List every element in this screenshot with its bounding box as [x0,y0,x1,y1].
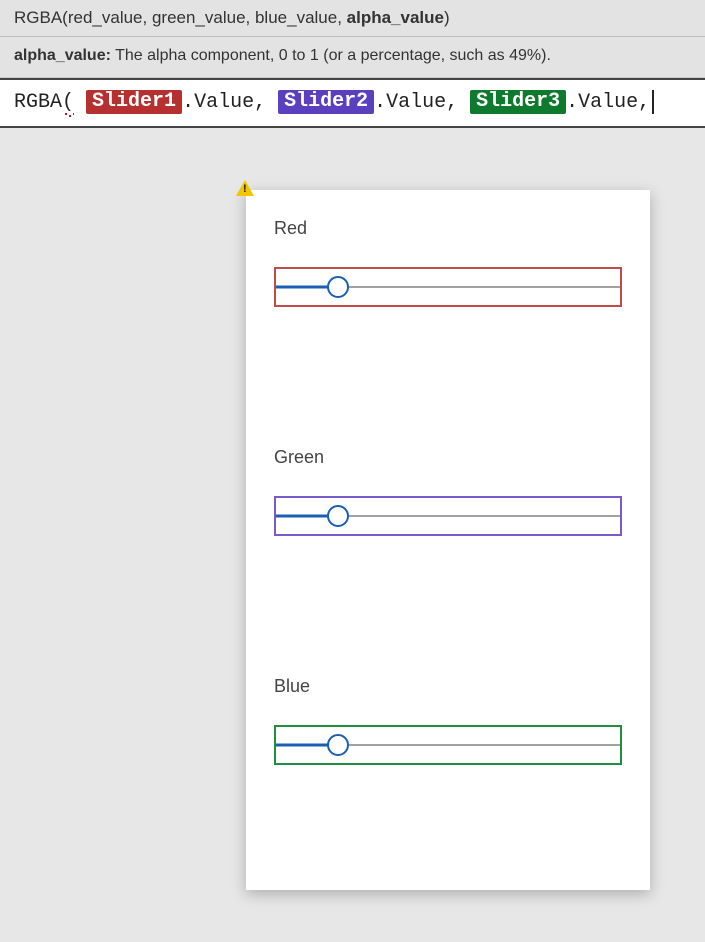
slider-track-empty [338,287,620,288]
formula-bar[interactable]: RGBA ( Slider1 .Value, Slider2 .Value, S… [0,78,705,128]
signature-prefix: RGBA(red_value, green_value, blue_value, [14,8,347,27]
intellisense-tooltip: RGBA(red_value, green_value, blue_value,… [0,0,705,78]
signature-current-param: alpha_value [347,8,444,27]
warning-icon[interactable] [236,180,254,198]
slider-thumb[interactable] [327,505,349,527]
slider2-token-chip: Slider2 [278,90,374,114]
slider-label-blue: Blue [274,676,622,697]
formula-segment-1: .Value, [182,91,266,114]
slider-track-empty [338,745,620,746]
param-name: alpha_value: [14,47,111,64]
signature-suffix: ) [444,8,450,27]
formula-segment-3: .Value, [566,91,650,114]
slider1-token-chip: Slider1 [86,90,182,114]
design-canvas[interactable]: Red Green Blue [0,128,705,910]
preview-panel[interactable]: Red Green Blue [246,190,650,890]
text-cursor [652,90,654,114]
slider-blue[interactable] [274,725,622,765]
syntax-error-squiggle: ( [62,91,74,114]
slider-track-empty [338,516,620,517]
formula-segment-2: .Value, [374,91,458,114]
slider3-token-chip: Slider3 [470,90,566,114]
function-signature: RGBA(red_value, green_value, blue_value,… [0,0,705,37]
slider-label-red: Red [274,218,622,239]
slider-group-red: Red [274,218,622,307]
param-description: The alpha component, 0 to 1 (or a percen… [111,47,551,64]
slider-label-green: Green [274,447,622,468]
slider-thumb[interactable] [327,734,349,756]
param-description-row: alpha_value: The alpha component, 0 to 1… [0,37,705,77]
slider-group-green: Green [274,447,622,536]
slider-group-blue: Blue [274,676,622,765]
slider-red[interactable] [274,267,622,307]
slider-green[interactable] [274,496,622,536]
formula-func-name: RGBA [14,91,62,114]
slider-thumb[interactable] [327,276,349,298]
